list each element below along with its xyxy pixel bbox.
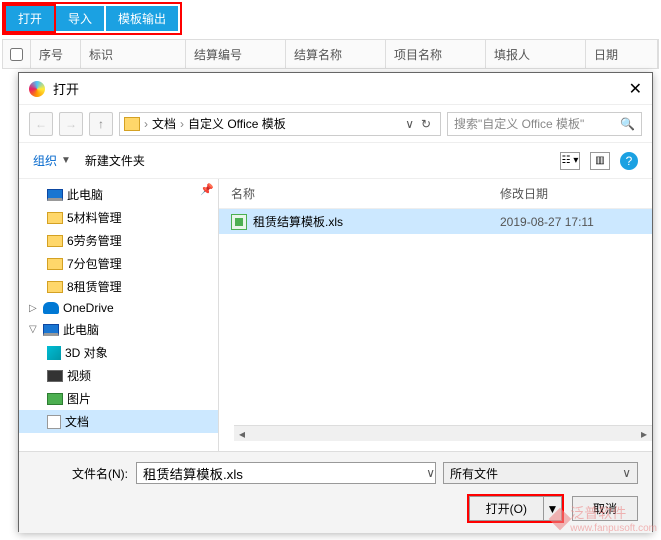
grid-header: 序号 标识 结算编号 结算名称 项目名称 填报人 日期 <box>2 39 659 69</box>
tree-label: OneDrive <box>63 301 114 315</box>
tree-item-onedrive[interactable]: ▷ OneDrive <box>19 298 218 318</box>
preview-pane-icon[interactable]: ▥ <box>590 152 610 170</box>
tree-label: 此电脑 <box>63 321 99 338</box>
dialog-titlebar: 打开 ✕ <box>19 73 652 105</box>
dialog-title: 打开 <box>53 79 610 98</box>
scroll-right-icon[interactable]: ▸ <box>636 427 652 441</box>
tree-item-folder[interactable]: 5材料管理 <box>19 206 218 229</box>
dialog-body: 📌 此电脑 5材料管理 6劳务管理 7分包管理 8租赁管理 ▷OneDrive … <box>19 179 652 451</box>
chevron-down-icon[interactable]: ▼ <box>61 155 71 166</box>
breadcrumb[interactable]: › 文档 › 自定义 Office 模板 ∨ ↻ <box>119 112 441 136</box>
tree-label: 5材料管理 <box>67 209 122 226</box>
col-project[interactable]: 项目名称 <box>386 40 486 68</box>
tree-label: 文档 <box>65 413 89 430</box>
view-options-icon[interactable]: ☷ ▾ <box>560 152 580 170</box>
file-list: 名称 修改日期 租赁结算模板.xls 2019-08-27 17:11 <box>219 179 652 451</box>
close-icon[interactable]: ✕ <box>610 79 642 99</box>
tree-label: 6劳务管理 <box>67 232 122 249</box>
dialog-tools: 组织 ▼ 新建文件夹 ☷ ▾ ▥ ? <box>19 143 652 179</box>
col-date[interactable]: 日期 <box>586 40 658 68</box>
col-seq[interactable]: 序号 <box>31 40 81 68</box>
tree-label: 此电脑 <box>67 186 103 203</box>
tree-item-documents[interactable]: 文档 <box>19 410 218 433</box>
tree-label: 图片 <box>67 390 91 407</box>
tree-label: 7分包管理 <box>67 255 122 272</box>
path-dropdown-icon[interactable]: ∨ <box>405 117 414 131</box>
organize-menu[interactable]: 组织 <box>33 152 57 169</box>
forward-button[interactable]: → <box>59 112 83 136</box>
computer-icon <box>47 189 63 201</box>
open-file-dialog: 打开 ✕ ← → ↑ › 文档 › 自定义 Office 模板 ∨ ↻ 搜索"自… <box>18 72 653 532</box>
crumb-templates[interactable]: 自定义 Office 模板 <box>184 115 290 132</box>
chevron-down-icon: ∨ <box>622 466 631 480</box>
folder-icon <box>124 117 140 131</box>
folder-icon <box>47 235 63 247</box>
onedrive-icon <box>43 302 59 314</box>
col-filler[interactable]: 填报人 <box>486 40 586 68</box>
filetype-select[interactable]: 所有文件 ∨ <box>443 462 638 484</box>
folder-icon <box>47 258 63 270</box>
computer-icon <box>43 324 59 336</box>
file-row[interactable]: 租赁结算模板.xls 2019-08-27 17:11 <box>219 209 652 234</box>
tree-item-folder[interactable]: 6劳务管理 <box>19 229 218 252</box>
tree-item-this-pc[interactable]: ▽ 此电脑 <box>19 318 218 341</box>
file-list-header: 名称 修改日期 <box>219 179 652 209</box>
open-confirm-button[interactable]: 打开(O) <box>469 496 544 521</box>
up-button[interactable]: ↑ <box>89 112 113 136</box>
app-logo-icon <box>29 81 45 97</box>
search-input[interactable]: 搜索"自定义 Office 模板" 🔍 <box>447 112 642 136</box>
expand-icon[interactable]: ▷ <box>29 303 39 314</box>
template-output-button[interactable]: 模板输出 <box>106 6 178 31</box>
cube-icon <box>47 346 61 360</box>
folder-icon <box>47 212 63 224</box>
select-all-checkbox[interactable] <box>10 48 23 61</box>
search-icon: 🔍 <box>620 117 635 131</box>
crumb-docs[interactable]: 文档 <box>148 115 180 132</box>
scroll-left-icon[interactable]: ◂ <box>234 427 250 441</box>
tree-item-pictures[interactable]: 图片 <box>19 387 218 410</box>
col-code[interactable]: 结算编号 <box>186 40 286 68</box>
horizontal-scrollbar[interactable]: ◂ ▸ <box>234 425 652 441</box>
pin-icon: 📌 <box>200 183 214 196</box>
tree-label: 3D 对象 <box>65 344 108 361</box>
video-icon <box>47 370 63 382</box>
tree-item-3d[interactable]: 3D 对象 <box>19 341 218 364</box>
dialog-nav: ← → ↑ › 文档 › 自定义 Office 模板 ∨ ↻ 搜索"自定义 Of… <box>19 105 652 143</box>
help-icon[interactable]: ? <box>620 152 638 170</box>
tree-label: 视频 <box>67 367 91 384</box>
search-placeholder: 搜索"自定义 Office 模板" <box>454 115 584 132</box>
chevron-down-icon[interactable]: ∨ <box>426 466 435 480</box>
folder-icon <box>47 281 63 293</box>
open-button[interactable]: 打开 <box>6 6 54 31</box>
open-button-wrap: 打开(O) ▼ <box>467 494 564 523</box>
tree-label: 8租赁管理 <box>67 278 122 295</box>
import-button[interactable]: 导入 <box>56 6 104 31</box>
new-folder-button[interactable]: 新建文件夹 <box>85 152 145 169</box>
collapse-icon[interactable]: ▽ <box>29 324 39 335</box>
tree-item-folder[interactable]: 7分包管理 <box>19 252 218 275</box>
open-split-dropdown[interactable]: ▼ <box>544 496 562 521</box>
main-toolbar: 打开 导入 模板输出 <box>2 2 182 35</box>
col-filename[interactable]: 名称 <box>231 185 500 202</box>
filename-input[interactable] <box>136 462 436 484</box>
col-modified[interactable]: 修改日期 <box>500 185 640 202</box>
tree-item-this-pc[interactable]: 此电脑 <box>19 183 218 206</box>
folder-tree[interactable]: 📌 此电脑 5材料管理 6劳务管理 7分包管理 8租赁管理 ▷OneDrive … <box>19 179 219 451</box>
tree-item-video[interactable]: 视频 <box>19 364 218 387</box>
filetype-label: 所有文件 <box>450 465 498 482</box>
file-date: 2019-08-27 17:11 <box>500 215 640 229</box>
cancel-button[interactable]: 取消 <box>572 496 638 521</box>
dialog-footer: 文件名(N): ∨ 所有文件 ∨ 打开(O) ▼ 取消 <box>19 451 652 533</box>
image-icon <box>47 393 63 405</box>
col-name[interactable]: 结算名称 <box>286 40 386 68</box>
file-name: 租赁结算模板.xls <box>253 213 500 230</box>
back-button[interactable]: ← <box>29 112 53 136</box>
xls-icon <box>231 214 247 230</box>
tree-item-folder[interactable]: 8租赁管理 <box>19 275 218 298</box>
filename-label: 文件名(N): <box>33 465 128 482</box>
col-id[interactable]: 标识 <box>81 40 186 68</box>
refresh-icon[interactable]: ↻ <box>416 117 436 131</box>
document-icon <box>47 415 61 429</box>
